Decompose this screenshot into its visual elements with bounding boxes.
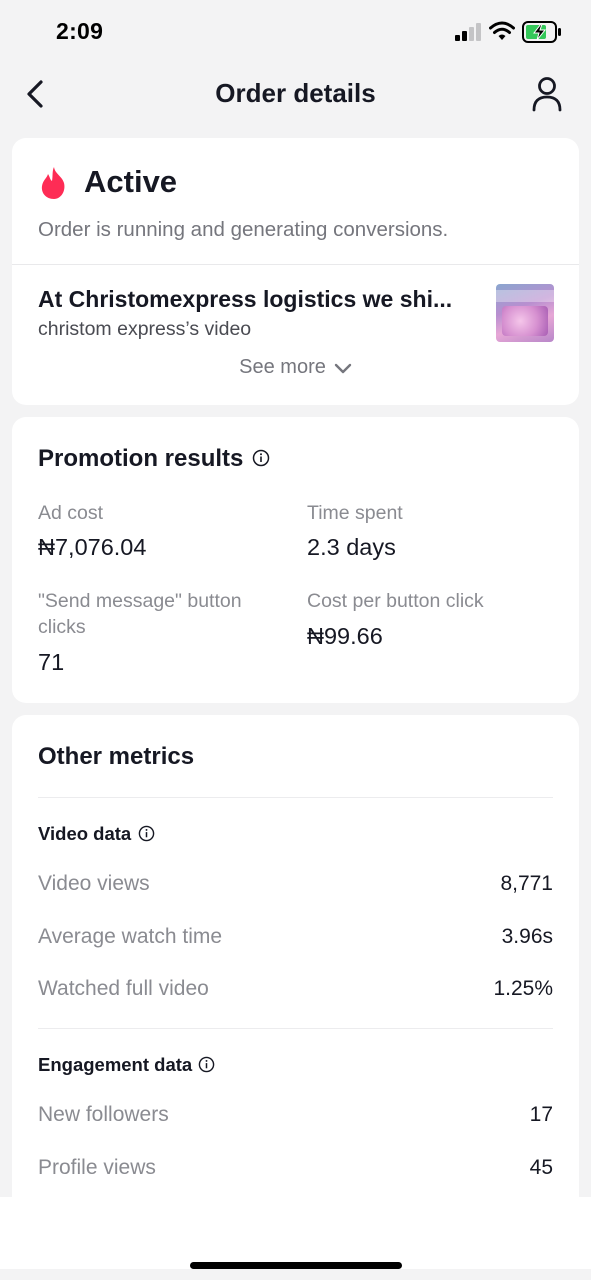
info-icon[interactable] [198,1056,215,1073]
divider [38,1028,553,1029]
video-title[interactable]: At Christomexpress logistics we shi... [38,286,468,313]
bottom-bar [0,1197,591,1269]
metric-label-send-message-clicks: "Send message" button clicks [38,590,242,638]
row-value-watched-full-video: 1.25% [493,977,553,1000]
profile-icon[interactable] [530,76,564,112]
promotion-title: Promotion results [38,445,244,472]
see-more-label: See more [239,356,326,378]
metric-label-cost-per-click: Cost per button click [307,590,484,612]
chevron-down-icon [334,363,352,373]
promotion-results-card: Promotion results Ad cost ₦7,076.04 Time… [12,417,579,703]
metric-value-time-spent: 2.3 days [307,534,396,560]
row-value-new-followers: 17 [529,1103,553,1126]
fire-icon [41,167,65,199]
info-icon[interactable] [252,449,270,467]
wifi-icon [489,21,515,40]
metric-label-ad-cost: Ad cost [38,502,104,524]
video-owner: christom express’s video [38,318,252,340]
engagement-data-title: Engagement data [38,1054,193,1075]
metric-value-ad-cost: ₦7,076.04 [38,534,147,560]
row-value-video-views: 8,771 [500,872,553,895]
status-description: Order is running and generating conversi… [38,218,449,241]
other-metrics-card: Other metrics Video data Video views 8,7… [12,715,579,1197]
battery-icon [522,21,561,43]
signal-icon [455,23,481,41]
row-label-watched-full-video: Watched full video [38,977,209,1000]
page-title: Order details [215,78,376,108]
metric-label-time-spent: Time spent [307,502,403,524]
other-metrics-title: Other metrics [38,743,195,770]
video-data-title: Video data [38,823,132,844]
video-thumbnail[interactable] [496,284,554,342]
divider [12,264,579,265]
row-label-new-followers: New followers [38,1103,169,1126]
divider [38,797,553,798]
status-title: Active [84,164,178,199]
see-more-button[interactable]: See more [12,356,579,379]
row-value-average-watch-time: 3.96s [501,925,553,948]
home-indicator[interactable] [190,1262,402,1269]
row-label-video-views: Video views [38,872,150,895]
info-icon[interactable] [138,825,155,842]
metric-value-cost-per-click: ₦99.66 [307,623,383,649]
header: Order details [0,62,591,126]
status-bar: 2:09 [0,0,591,62]
metric-value-send-message-clicks: 71 [38,649,65,675]
status-time: 2:09 [56,18,104,44]
order-status-card: Active Order is running and generating c… [12,138,579,405]
row-label-profile-views: Profile views [38,1156,156,1179]
row-value-profile-views: 45 [529,1156,553,1179]
row-label-average-watch-time: Average watch time [38,925,223,948]
